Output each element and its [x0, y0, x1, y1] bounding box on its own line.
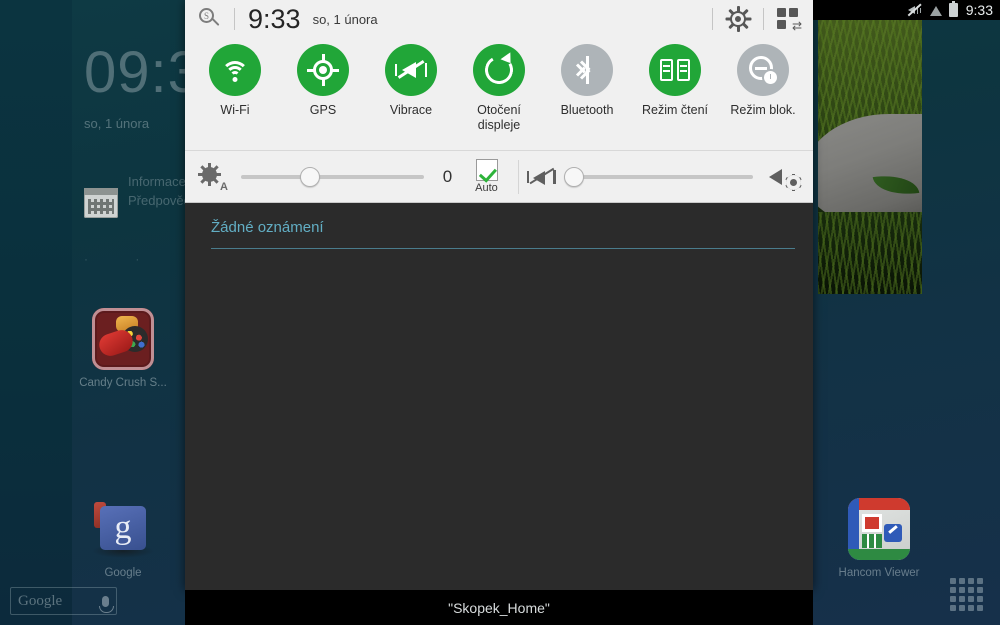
quick-toggle-label-wifi: Wi-Fi [220, 103, 250, 117]
vibrate-toggle-circle [385, 44, 437, 96]
gps-toggle-circle [297, 44, 349, 96]
hancom-pen-glyph [884, 524, 902, 542]
notification-panel: S 9:33 so, 1 února ⇄ Wi-Fi GPS Vibrace O… [185, 0, 813, 590]
notification-divider [211, 248, 795, 249]
hancom-doc-glyph [862, 514, 882, 532]
slider-row: A 0 Auto [185, 150, 813, 202]
app-label-google: Google [104, 567, 142, 579]
screen-rotation-icon [481, 52, 517, 88]
status-bar: 9:33 [812, 0, 1000, 20]
quick-toggle-bluetooth[interactable]: Bluetooth [548, 44, 626, 118]
quick-toggle-wifi[interactable]: Wi-Fi [196, 44, 274, 118]
quick-settings-grid-icon[interactable]: ⇄ [777, 8, 803, 32]
mute-icon [907, 3, 922, 17]
quick-toggle-rotation[interactable]: Otočení displeje [460, 44, 538, 133]
google-search-widget[interactable]: Google [10, 587, 117, 615]
volume-mute-vibrate-icon[interactable] [526, 165, 557, 189]
panel-time: 9:33 [248, 3, 301, 34]
google-g-glyph: g [114, 509, 132, 546]
bluetooth-toggle-circle [561, 44, 613, 96]
gear-icon[interactable] [725, 6, 751, 32]
app-icon-google-folder[interactable]: g Google [68, 498, 178, 579]
volume-slider-knob[interactable] [564, 166, 585, 187]
volume-slider[interactable] [564, 166, 753, 187]
auto-brightness-check-icon [475, 159, 498, 181]
quick-settings-header: S 9:33 so, 1 února ⇄ Wi-Fi GPS Vibrace O… [185, 0, 813, 203]
header-divider-2 [712, 8, 713, 30]
quick-toggle-label-blocking-mode: Režim blok. [730, 103, 796, 117]
quick-toggle-label-vibrate: Vibrace [389, 103, 433, 117]
brightness-slider-knob[interactable] [300, 166, 321, 187]
gps-icon [307, 54, 339, 86]
photo-shade [818, 18, 922, 294]
reading-mode-book-icon [660, 59, 690, 81]
google-folder-icon: g [92, 498, 154, 560]
speaker-settings-icon[interactable] [767, 164, 802, 191]
blocking-mode-icon [749, 56, 777, 84]
app-label-hancom-viewer: Hancom Viewer [838, 567, 920, 579]
blocking-mode-toggle-circle [737, 44, 789, 96]
wallpaper-left-band [0, 0, 72, 625]
wifi-icon [220, 59, 250, 82]
app-icon-hancom-viewer[interactable]: Hancom Viewer [824, 498, 934, 579]
calendar-icon [84, 188, 118, 218]
quick-toggle-label-reading-mode: Režim čtení [642, 103, 708, 117]
hancom-viewer-icon [848, 498, 910, 560]
quick-toggle-label-rotation: Otočení displeje [477, 103, 521, 132]
status-bar-time: 9:33 [965, 2, 993, 18]
vibrate-icon [395, 58, 427, 82]
reading-mode-toggle-circle [649, 44, 701, 96]
bluetooth-icon [575, 56, 598, 84]
apps-grid-icon[interactable] [950, 578, 984, 612]
quick-toggle-gps[interactable]: GPS [284, 44, 362, 118]
google-search-label: Google [18, 592, 63, 609]
hancom-chart-glyph [862, 534, 882, 548]
app-icon-candy-crush[interactable]: Candy Crush S... [68, 308, 178, 389]
android-screen: 09:33 so, 1 února Informace Předpověď · … [0, 0, 1000, 625]
quick-toggle-label-bluetooth: Bluetooth [560, 103, 614, 117]
wifi-icon [928, 3, 943, 17]
microphone-icon[interactable] [99, 595, 114, 613]
panel-header-row: S 9:33 so, 1 února ⇄ [185, 0, 813, 38]
brightness-value: 0 [442, 166, 453, 186]
brightness-slider[interactable] [241, 166, 424, 187]
wifi-toggle-circle [209, 44, 261, 96]
no-notifications-text: Žádné oznámení [211, 219, 324, 236]
auto-brightness-label: Auto [475, 182, 498, 194]
battery-icon [948, 1, 958, 17]
panel-date: so, 1 února [312, 11, 378, 27]
quick-toggle-vibrate[interactable]: Vibrace [372, 44, 450, 118]
toast-text: "Skopek_Home" [448, 599, 550, 616]
quick-toggle-row: Wi-Fi GPS Vibrace Otočení displeje Bluet… [185, 38, 813, 150]
slider-row-divider [517, 159, 519, 194]
wallpaper-photo [818, 18, 922, 294]
quick-toggle-blocking-mode[interactable]: Režim blok. [724, 44, 802, 118]
header-divider-3 [763, 8, 764, 30]
brightness-auto-icon: A [197, 162, 228, 193]
weather-line-2: Předpověď [128, 193, 192, 208]
hancom-bottom-band [848, 549, 910, 560]
rotation-toggle-circle [473, 44, 525, 96]
auto-brightness-checkbox[interactable]: Auto [464, 159, 510, 194]
notification-list: Žádné oznámení [185, 203, 813, 590]
weather-line-1: Informace [128, 174, 186, 189]
candy-crush-icon [92, 308, 154, 370]
search-icon[interactable]: S [199, 8, 221, 30]
quick-toggle-label-gps: GPS [309, 103, 337, 117]
weather-widget-text: Informace Předpověď [128, 172, 192, 210]
app-label-candy-crush: Candy Crush S... [79, 377, 167, 389]
header-divider-1 [234, 8, 235, 30]
quick-toggle-reading-mode[interactable]: Režim čtení [636, 44, 714, 118]
toast-bar: "Skopek_Home" [185, 590, 813, 625]
